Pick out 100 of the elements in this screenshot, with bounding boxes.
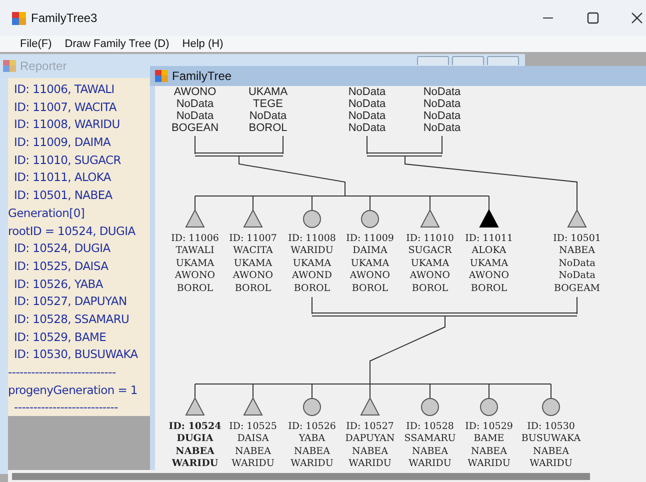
person-label: SUGACR — [408, 245, 452, 258]
person-label: NABEA — [235, 446, 271, 458]
person-label: UKAMA — [410, 258, 450, 270]
circle-icon — [302, 397, 322, 417]
report-line: ID: 11011, ALOKA — [13, 169, 111, 186]
report-line: ID: 11010, SUGACR — [13, 152, 121, 169]
person-label: YABA — [298, 433, 326, 446]
report-line: Generation[0] — [8, 204, 85, 222]
person-label: NABEA — [559, 245, 595, 258]
person-label: WARIDU — [290, 245, 334, 258]
person-label: BAME — [474, 433, 504, 446]
person-label: DAIMA — [352, 245, 388, 258]
report-line: ---------------------------- — [8, 364, 116, 381]
person-label: NABEA — [412, 446, 448, 458]
person-label: BOROL — [248, 122, 288, 134]
window-title: FamilyTree3 — [31, 10, 98, 27]
person-label: ID: 10501 — [553, 233, 601, 246]
person-label: AWONO — [232, 270, 274, 283]
person-label: DUGIA — [176, 433, 214, 446]
person-label: TEGE — [253, 98, 283, 110]
report-line: ID: 10524, DUGIA — [13, 240, 110, 258]
person-label: SSAMARU — [404, 433, 456, 446]
person-label: DAISA — [237, 433, 269, 446]
person-label: NoData — [176, 110, 214, 122]
person-label: NABEA — [471, 446, 507, 458]
person-label: BOGEAN — [171, 122, 219, 134]
person-label: BOROL — [412, 282, 448, 295]
person-label: AWONO — [468, 270, 510, 283]
person-label: ID: 10528 — [406, 421, 454, 434]
person-label: BOROL — [470, 282, 508, 295]
person-label: ID: 11009 — [346, 233, 394, 246]
person-label: ID: 10526 — [288, 421, 336, 434]
person-label: TAWALI — [176, 245, 214, 258]
window-title: Reporter — [20, 58, 67, 75]
window-button[interactable] — [452, 56, 484, 65]
menu-item[interactable]: Help (H) — [182, 36, 224, 52]
app-icon — [3, 60, 16, 72]
menu-item[interactable]: File(F) — [20, 36, 52, 52]
person-label: WARIDU — [348, 458, 392, 471]
report-line: ID: 10525, DAISA — [13, 258, 108, 275]
person-label: ID: 10525 — [229, 421, 277, 434]
maximize-icon[interactable] — [587, 12, 599, 24]
person-label: ID: 10524 — [168, 421, 222, 434]
person-label: UKAMA — [234, 258, 272, 270]
report-line: ID: 11008, WARIDU — [13, 116, 120, 134]
report-line: ID: 11006, TAWALI — [13, 81, 114, 98]
person-label: NABEA — [176, 446, 214, 458]
person-label: NoData — [423, 122, 461, 134]
person-label: NoData — [558, 258, 596, 270]
person-label: ID: 10530 — [527, 421, 575, 434]
scrollbar-thumb[interactable] — [12, 472, 590, 480]
person-label: NABEA — [352, 446, 388, 458]
person-label: WARIDU — [468, 458, 510, 471]
person-label: NoData — [558, 270, 596, 283]
person-label: AWONO — [174, 270, 216, 283]
person-label: NoData — [348, 98, 386, 110]
window-title: FamilyTree — [172, 68, 232, 85]
report-text-area[interactable] — [8, 78, 150, 416]
circle-icon — [479, 397, 499, 417]
person-label: NoData — [423, 98, 461, 110]
window-button[interactable] — [417, 56, 449, 65]
report-line: ID: 11007, WACITA — [13, 98, 116, 116]
person-label: UKAMA — [350, 258, 390, 270]
person-label: AWOND — [292, 270, 332, 283]
report-line: ID: 10526, YABA — [13, 276, 103, 293]
person-label: DAPUYAN — [345, 433, 395, 446]
person-label: ID: 10527 — [346, 421, 394, 434]
report-line: rootID = 10524, DUGIA — [8, 222, 136, 240]
report-line: --------------------------- — [13, 399, 118, 416]
circle-icon — [420, 397, 440, 417]
triangle-icon — [185, 397, 205, 417]
person-label: NoData — [348, 86, 386, 98]
person-label: ID: 11011 — [465, 233, 513, 246]
person-label: WARIDU — [530, 458, 572, 471]
report-line: ID: 10528, SSAMARU — [13, 310, 130, 328]
person-label: BOROL — [176, 282, 214, 295]
menu-item[interactable]: Draw Family Tree (D) — [64, 36, 170, 52]
person-label: ID: 11006 — [171, 233, 219, 246]
window-button[interactable] — [487, 56, 519, 65]
person-label: WARIDU — [408, 458, 452, 471]
person-label: NABEA — [294, 446, 330, 458]
person-label: UKAMA — [470, 258, 508, 270]
person-label: NoData — [348, 122, 386, 134]
close-icon[interactable] — [631, 12, 643, 24]
report-line: ID: 10527, DAPUYAN — [13, 293, 127, 310]
person-label: WARIDU — [172, 458, 218, 471]
report-line: ID: 10501, NABEA — [13, 187, 112, 204]
horizontal-scrollbar[interactable] — [8, 470, 646, 482]
person-label: NoData — [249, 110, 287, 122]
person-label: BOROL — [234, 282, 272, 295]
triangle-icon — [360, 397, 380, 417]
person-label: UKAMA — [248, 86, 288, 98]
app-icon — [155, 70, 168, 82]
person-label: BUSUWAKA — [521, 433, 581, 446]
person-label: WARIDU — [232, 458, 274, 471]
person-label: AWONO — [410, 270, 450, 283]
person-label: AWONO — [350, 270, 390, 283]
person-label: ID: 11010 — [406, 233, 454, 246]
triangle-icon — [243, 397, 263, 417]
report-line: progenyGeneration = 1 — [8, 382, 138, 399]
